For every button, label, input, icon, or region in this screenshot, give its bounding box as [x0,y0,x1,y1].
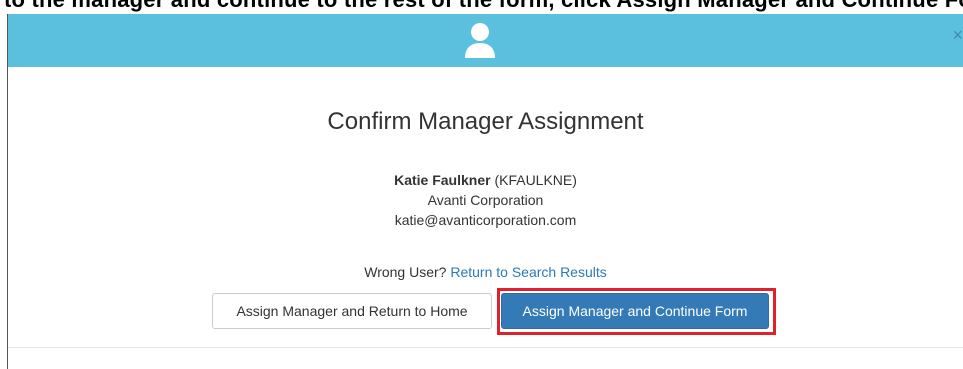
assign-and-return-home-button[interactable]: Assign Manager and Return to Home [212,293,492,329]
modal-header: × [8,14,963,67]
user-email: katie@avanticorporation.com [394,212,577,228]
confirm-manager-modal: × Confirm Manager Assignment Katie Faulk… [7,14,963,369]
close-icon[interactable]: × [952,26,963,44]
return-to-search-link[interactable]: Return to Search Results [450,264,606,280]
user-name-line: Katie Faulkner (KFAULKNE) [8,170,963,190]
modal-title: Confirm Manager Assignment [327,108,644,135]
modal-footer-divider [8,347,963,348]
instruction-text: to the manager and continue to the rest … [4,0,963,13]
user-icon [465,23,495,58]
user-company: Avanti Corporation [427,192,544,208]
wrong-user-prompt: Wrong User? Return to Search Results [8,264,963,280]
wrong-user-label: Wrong User? [364,264,447,280]
user-name: Katie Faulkner [394,172,491,188]
user-username: (KFAULKNE) [494,172,577,188]
assign-and-continue-form-button[interactable]: Assign Manager and Continue Form [501,293,769,329]
background-instruction-text: to the manager and continue to the rest … [0,0,963,14]
user-info: Katie Faulkner (KFAULKNE) Avanti Corpora… [8,170,963,230]
